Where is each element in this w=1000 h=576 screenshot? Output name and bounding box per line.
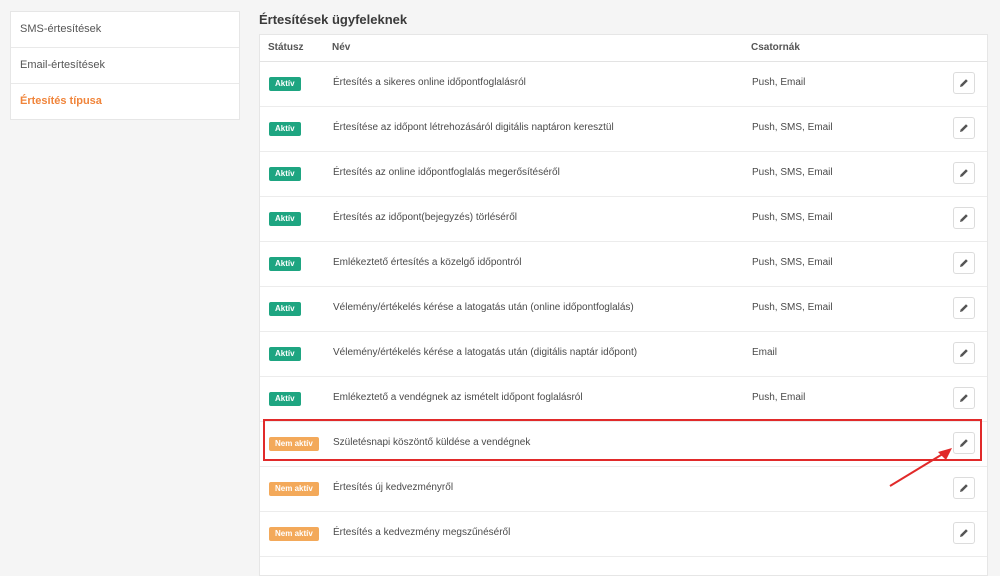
notification-name: Születésnapi köszöntő küldése a vendégne… bbox=[333, 437, 531, 448]
edit-button[interactable] bbox=[953, 72, 975, 94]
edit-button[interactable] bbox=[953, 432, 975, 454]
page-title: Értesítések ügyfeleknek bbox=[259, 12, 408, 27]
pencil-icon bbox=[960, 304, 968, 312]
pencil-icon bbox=[960, 259, 968, 267]
column-header-name: Név bbox=[332, 42, 351, 53]
edit-button[interactable] bbox=[953, 387, 975, 409]
sidebar-item-notification-type[interactable]: Értesítés típusa bbox=[11, 84, 239, 119]
status-badge: Nem aktív bbox=[269, 437, 319, 451]
status-badge: Aktív bbox=[269, 77, 301, 91]
notification-name: Értesítés a kedvezmény megszűnéséről bbox=[333, 527, 511, 538]
status-badge: Aktív bbox=[269, 212, 301, 226]
sidebar-item-email[interactable]: Email-értesítések bbox=[11, 48, 239, 84]
status-badge: Aktív bbox=[269, 122, 301, 136]
pencil-icon bbox=[960, 79, 968, 87]
notification-channels: Push, SMS, Email bbox=[752, 257, 833, 268]
edit-button[interactable] bbox=[953, 117, 975, 139]
status-badge: Nem aktív bbox=[269, 482, 319, 496]
edit-button[interactable] bbox=[953, 342, 975, 364]
edit-button[interactable] bbox=[953, 162, 975, 184]
table-row: Aktív Vélemény/értékelés kérése a latogat… bbox=[260, 332, 987, 377]
table-body: Aktív Értesítés a sikeres online időpontf… bbox=[260, 62, 987, 557]
table-row: Nem aktív Értesítés a kedvezmény megszűné… bbox=[260, 512, 987, 557]
table-row: Aktív Emlékeztető a vendégnek az ismételt… bbox=[260, 377, 987, 422]
status-badge: Aktív bbox=[269, 347, 301, 361]
notification-channels: Push, Email bbox=[752, 77, 806, 88]
pencil-icon bbox=[960, 529, 968, 537]
column-header-status: Státusz bbox=[268, 42, 304, 53]
pencil-icon bbox=[960, 394, 968, 402]
pencil-icon bbox=[960, 169, 968, 177]
notification-channels: Push, Email bbox=[752, 392, 806, 403]
notification-name: Vélemény/értékelés kérése a latogatás ut… bbox=[333, 347, 638, 358]
table-row: Aktív Értesítése az időpont létrehozásáró… bbox=[260, 107, 987, 152]
notification-channels: Push, SMS, Email bbox=[752, 302, 833, 313]
notification-name: Értesítés a sikeres online időpontfoglal… bbox=[333, 77, 526, 88]
status-badge: Aktív bbox=[269, 302, 301, 316]
sidebar-item-sms[interactable]: SMS-értesítések bbox=[11, 12, 239, 48]
pencil-icon bbox=[960, 349, 968, 357]
table-header: Státusz Név Csatornák bbox=[260, 35, 987, 62]
edit-button[interactable] bbox=[953, 297, 975, 319]
pencil-icon bbox=[960, 439, 968, 447]
notification-name: Értesítés az időpont(bejegyzés) törlésér… bbox=[333, 212, 517, 223]
table-row: Nem aktív Születésnapi köszöntő küldése a… bbox=[260, 422, 987, 467]
table-row: Aktív Értesítés az online időpontfoglalás… bbox=[260, 152, 987, 197]
table-row: Aktív Értesítés a sikeres online időpontf… bbox=[260, 62, 987, 107]
notification-name: Emlékeztető értesítés a közelgő időpontr… bbox=[333, 257, 522, 268]
notification-name: Értesítés új kedvezményről bbox=[333, 482, 454, 493]
notifications-table: Státusz Név Csatornák Aktív Értesítés a s… bbox=[259, 34, 988, 576]
notification-name: Vélemény/értékelés kérése a latogatás ut… bbox=[333, 302, 634, 313]
notification-name: Értesítése az időpont létrehozásáról dig… bbox=[333, 122, 614, 133]
pencil-icon bbox=[960, 484, 968, 492]
edit-button[interactable] bbox=[953, 477, 975, 499]
notification-channels: Push, SMS, Email bbox=[752, 167, 833, 178]
status-badge: Aktív bbox=[269, 167, 301, 181]
status-badge: Aktív bbox=[269, 392, 301, 406]
table-row: Aktív Emlékeztető értesítés a közelgő idő… bbox=[260, 242, 987, 287]
sidebar: SMS-értesítések Email-értesítések Értesí… bbox=[10, 11, 240, 120]
edit-button[interactable] bbox=[953, 522, 975, 544]
notification-channels: Email bbox=[752, 347, 778, 358]
table-row: Aktív Vélemény/értékelés kérése a latogat… bbox=[260, 287, 987, 332]
notification-name: Értesítés az online időpontfoglalás mege… bbox=[333, 167, 560, 178]
edit-button[interactable] bbox=[953, 252, 975, 274]
notification-name: Emlékeztető a vendégnek az ismételt időp… bbox=[333, 392, 583, 403]
table-row: Aktív Értesítés az időpont(bejegyzés) tör… bbox=[260, 197, 987, 242]
table-row: Nem aktív Értesítés új kedvezményről bbox=[260, 467, 987, 512]
notification-channels: Push, SMS, Email bbox=[752, 122, 833, 133]
edit-button[interactable] bbox=[953, 207, 975, 229]
column-header-channels: Csatornák bbox=[751, 42, 800, 53]
notification-channels: Push, SMS, Email bbox=[752, 212, 833, 223]
pencil-icon bbox=[960, 214, 968, 222]
status-badge: Aktív bbox=[269, 257, 301, 271]
pencil-icon bbox=[960, 124, 968, 132]
status-badge: Nem aktív bbox=[269, 527, 319, 541]
